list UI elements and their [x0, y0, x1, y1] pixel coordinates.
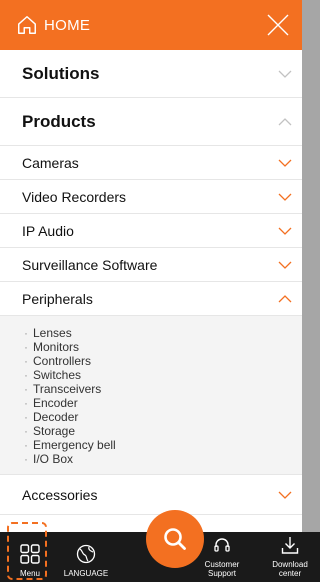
- search-icon: [164, 528, 186, 550]
- bullet: ·: [24, 396, 28, 410]
- customer-support-label: Customer Support: [204, 560, 240, 578]
- language-button[interactable]: LANGUAGE: [56, 532, 116, 582]
- submenu-item-surveillance-software[interactable]: Surveillance Software: [0, 248, 302, 282]
- menu-button-highlight: [7, 522, 47, 580]
- list-item-label: Monitors: [33, 340, 80, 354]
- close-icon[interactable]: [264, 11, 292, 39]
- list-item-label: Controllers: [33, 354, 92, 368]
- peripherals-list: · Lenses · Monitors · Controllers · Switches…: [0, 316, 302, 475]
- submenu-item-label: Peripherals: [22, 290, 93, 307]
- download-center-label: Download center: [272, 560, 308, 578]
- bullet: ·: [24, 424, 28, 438]
- list-item-controllers[interactable]: · Controllers: [24, 354, 302, 368]
- home-link[interactable]: HOME: [44, 17, 264, 34]
- chevron-up-icon: [278, 117, 292, 125]
- language-button-label: LANGUAGE: [63, 569, 109, 578]
- list-item-io-box[interactable]: · I/O Box: [24, 452, 302, 466]
- submenu-item-label: Cameras: [22, 154, 79, 171]
- list-item-label: Storage: [33, 424, 76, 438]
- chevron-down-icon: [278, 261, 292, 269]
- chevron-down-icon: [278, 227, 292, 235]
- bullet: ·: [24, 438, 28, 452]
- chevron-down-icon: [278, 70, 292, 78]
- submenu-item-accessories[interactable]: Accessories: [0, 475, 302, 515]
- bullet: ·: [24, 410, 28, 424]
- headset-icon: [214, 538, 230, 552]
- list-item-decoder[interactable]: · Decoder: [24, 410, 302, 424]
- chevron-down-icon: [278, 159, 292, 167]
- chevron-up-icon: [278, 294, 292, 302]
- list-item-emergency-bell[interactable]: · Emergency bell: [24, 438, 302, 452]
- chevron-down-icon: [278, 491, 292, 499]
- bullet: ·: [24, 354, 28, 368]
- submenu-item-peripherals[interactable]: Peripherals: [0, 282, 302, 316]
- bullet: ·: [24, 452, 28, 466]
- chevron-down-icon: [278, 193, 292, 201]
- list-item-encoder[interactable]: · Encoder: [24, 396, 302, 410]
- list-item-label: Decoder: [33, 410, 79, 424]
- bullet: ·: [24, 326, 28, 340]
- list-item-label: Transceivers: [33, 382, 102, 396]
- list-item-switches[interactable]: · Switches: [24, 368, 302, 382]
- submenu-item-video-recorders[interactable]: Video Recorders: [0, 180, 302, 214]
- menu-item-solutions[interactable]: Solutions: [0, 50, 302, 98]
- submenu-item-ip-audio[interactable]: IP Audio: [0, 214, 302, 248]
- list-item-label: Encoder: [33, 396, 78, 410]
- submenu-item-label: Accessories: [22, 486, 98, 503]
- list-item-transceivers[interactable]: · Transceivers: [24, 382, 302, 396]
- menu-header: HOME: [0, 0, 302, 50]
- list-item-monitors[interactable]: · Monitors: [24, 340, 302, 354]
- menu-item-label: Products: [22, 111, 96, 131]
- submenu-item-label: Surveillance Software: [22, 256, 158, 273]
- bullet: ·: [24, 368, 28, 382]
- list-item-label: Switches: [33, 368, 82, 382]
- home-icon[interactable]: [16, 14, 38, 36]
- globe-icon: [76, 544, 96, 564]
- menu-item-products[interactable]: Products: [0, 98, 302, 146]
- menu-panel: HOME Solutions Products Cameras Video Re…: [0, 0, 302, 582]
- list-item-label: Lenses: [33, 326, 72, 340]
- submenu-item-label: IP Audio: [22, 222, 74, 239]
- bullet: ·: [24, 340, 28, 354]
- search-button[interactable]: [146, 510, 204, 568]
- bullet: ·: [24, 382, 28, 396]
- menu-item-label: Solutions: [22, 63, 100, 83]
- submenu-item-cameras[interactable]: Cameras: [0, 146, 302, 180]
- list-item-storage[interactable]: · Storage: [24, 424, 302, 438]
- submenu-item-label: Video Recorders: [22, 188, 127, 205]
- app-frame: HOME Solutions Products Cameras Video Re…: [0, 0, 320, 582]
- list-item-label: Emergency bell: [33, 438, 116, 452]
- list-item-label: I/O Box: [33, 452, 74, 466]
- download-icon: [281, 537, 299, 554]
- page-overlay[interactable]: [302, 0, 320, 582]
- download-center-button[interactable]: Download center: [260, 532, 320, 582]
- list-item-lenses[interactable]: · Lenses: [24, 326, 302, 340]
